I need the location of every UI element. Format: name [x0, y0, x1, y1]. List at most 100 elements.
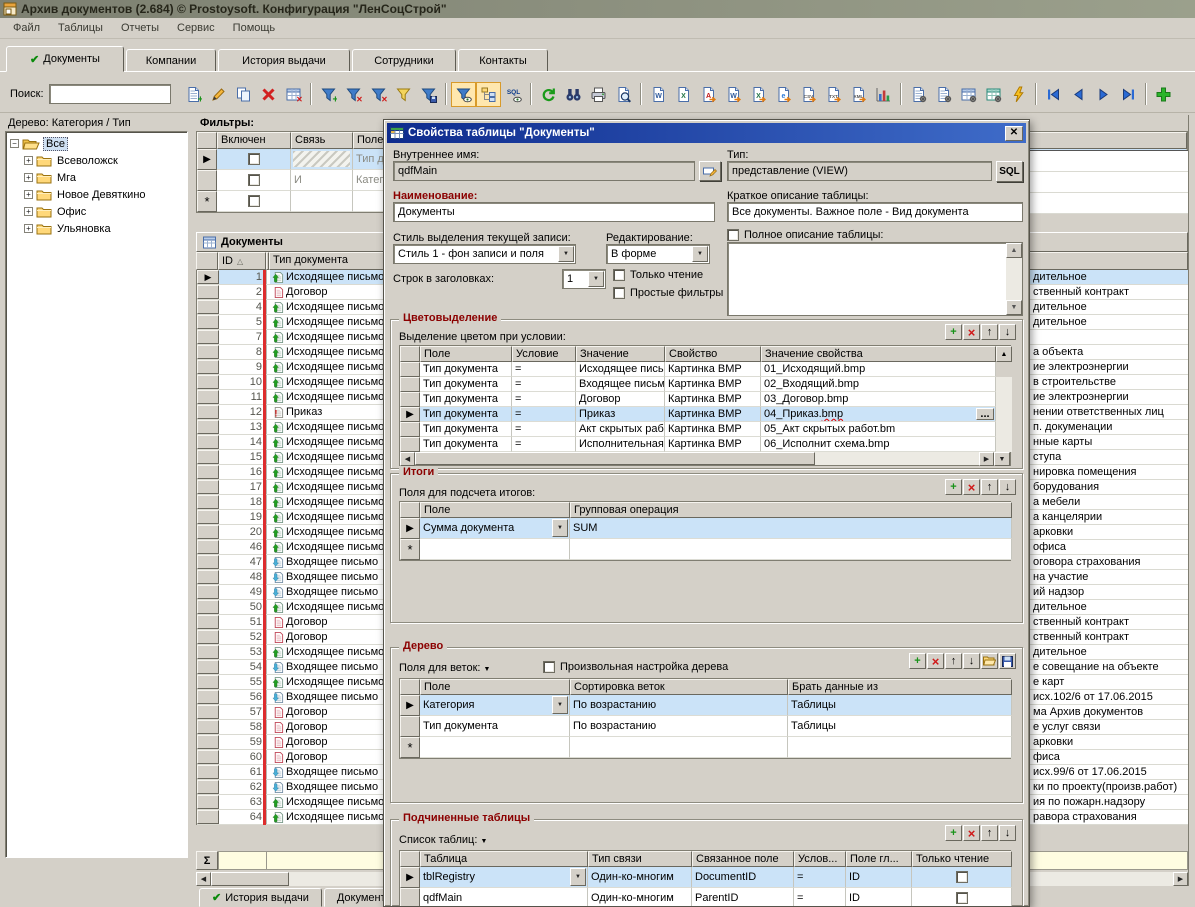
export-txt-button[interactable]: TXT [821, 82, 846, 107]
color-grid-hscroll[interactable]: ◀▶▼ [400, 452, 1010, 465]
row-selector-cell[interactable] [400, 437, 420, 452]
tree-fields-grid-cell[interactable]: Тип документа [420, 716, 570, 737]
filters-grid-col-1[interactable]: Связь [291, 132, 353, 149]
row-selector-cell[interactable]: ▶ [400, 407, 420, 422]
color-grid-cell[interactable]: 06_Исполнит схема.bmp [761, 437, 996, 452]
add-button[interactable]: + [945, 825, 962, 841]
sub-tables-grid-cell[interactable]: tblRegistry▼ [420, 867, 588, 888]
row-selector-cell[interactable]: ▶ [197, 270, 219, 284]
row-selector-cell[interactable]: ▶ [197, 149, 217, 170]
dialog-title-bar[interactable]: Свойства таблицы "Документы" ✕ [387, 123, 1026, 143]
delete-button[interactable]: × [927, 653, 944, 669]
checkbox[interactable] [956, 892, 968, 904]
nav-prev-button[interactable] [1066, 82, 1091, 107]
down-button[interactable]: ↓ [999, 479, 1016, 495]
export-csv-button[interactable]: CSV [796, 82, 821, 107]
add-button[interactable]: + [909, 653, 926, 669]
tree-expand-icon[interactable]: + [24, 173, 33, 182]
color-grid-cell[interactable]: Картинка BMP [665, 377, 761, 392]
up-button[interactable]: ↑ [981, 825, 998, 841]
row-selector-cell[interactable] [400, 392, 420, 407]
row-selector-cell[interactable] [197, 540, 219, 554]
row-selector-cell[interactable]: ▶ [400, 695, 420, 716]
color-grid-cell[interactable]: Исполнительная схе [576, 437, 665, 452]
short-desc-field[interactable]: Все документы. Важное поле - Вид докумен… [727, 202, 1023, 222]
filters-grid-cell[interactable] [217, 191, 291, 212]
row-selector-cell[interactable] [197, 285, 219, 299]
rename-field-button[interactable] [699, 161, 721, 181]
row-selector-cell[interactable] [400, 362, 420, 377]
row-selector-cell[interactable] [197, 690, 219, 704]
print-button[interactable] [586, 82, 611, 107]
row-selector-cell[interactable] [197, 735, 219, 749]
filter-panel-toggle-button[interactable] [451, 82, 476, 107]
tree-fields-grid-row[interactable]: ▶Категория▼По возрастаниюТаблицы [400, 695, 1010, 716]
filters-grid-cell[interactable] [291, 149, 353, 170]
add-button[interactable]: + [945, 324, 962, 340]
totals-grid-cell[interactable]: SUM [570, 518, 1012, 539]
sub-tables-grid-cell[interactable]: qdfMain [420, 888, 588, 907]
sql-view-button[interactable]: SQL [501, 82, 526, 107]
category-tree[interactable]: −Все+Всеволожск+Мга+Новое Девяткино+Офис… [5, 131, 188, 858]
simple-filters-checkbox[interactable] [613, 287, 625, 299]
row-selector-cell[interactable] [197, 585, 219, 599]
tree-fields-grid-cell[interactable] [420, 737, 570, 758]
color-grid-col-4[interactable]: Значение свойства [761, 346, 996, 362]
row-selector-cell[interactable] [197, 465, 219, 479]
edit-record-button[interactable] [206, 82, 231, 107]
color-grid-cell[interactable]: Тип документа [420, 377, 512, 392]
color-grid-cell[interactable]: = [512, 437, 576, 452]
tree-collapse-icon[interactable]: − [10, 139, 19, 148]
row-selector-cell[interactable] [197, 720, 219, 734]
up-button[interactable]: ↑ [981, 324, 998, 340]
add-record-button[interactable]: + [181, 82, 206, 107]
color-grid-cell[interactable]: Исходящее письмо [576, 362, 665, 377]
tree-fields-grid-cell[interactable]: По возрастанию [570, 716, 788, 737]
row-selector-cell[interactable] [197, 615, 219, 629]
row-selector-cell[interactable] [400, 888, 420, 907]
color-grid-row[interactable]: Тип документа=Исполнительная схеКартинка… [400, 437, 1010, 452]
editing-combobox[interactable]: В форме▼ [606, 244, 710, 264]
tree-item-Ульяновка[interactable]: +Ульяновка [6, 220, 187, 237]
row-selector-cell[interactable] [197, 645, 219, 659]
color-grid-cell[interactable]: = [512, 407, 576, 422]
tree-fields-grid-cell[interactable]: По возрастанию [570, 695, 788, 716]
color-grid-row[interactable]: Тип документа=Исходящее письмоКартинка B… [400, 362, 1010, 377]
row-selector-cell[interactable] [197, 435, 219, 449]
tree-fields-grid-row[interactable]: * [400, 737, 1010, 758]
close-icon[interactable]: ✕ [1005, 126, 1023, 141]
tree-item-Новое Девяткино[interactable]: +Новое Девяткино [6, 186, 187, 203]
tab-История выдачи[interactable]: История выдачи [218, 49, 350, 72]
search-input[interactable] [49, 84, 171, 104]
row-selector-cell[interactable] [400, 422, 420, 437]
row-selector-cell[interactable] [197, 450, 219, 464]
sub-tables-grid-cell[interactable]: = [794, 867, 846, 888]
filter-remove-button[interactable]: × [341, 82, 366, 107]
row-selector-cell[interactable]: * [197, 191, 217, 212]
vscroll-track[interactable] [996, 422, 1012, 437]
filter-add-button[interactable]: + [316, 82, 341, 107]
checkbox[interactable] [248, 174, 260, 186]
tree-fields-grid-cell[interactable]: Таблицы [788, 695, 1012, 716]
color-grid-cell[interactable]: 02_Входящий.bmp [761, 377, 996, 392]
sub-tables-grid-col-2[interactable]: Связанное поле [692, 851, 794, 867]
row-selector-cell[interactable] [197, 480, 219, 494]
scroll-right-icon[interactable]: ▶ [1173, 872, 1188, 886]
color-grid-cell[interactable]: 01_Исходящий.bmp [761, 362, 996, 377]
chevron-down-icon[interactable]: ▼ [484, 666, 491, 673]
color-grid-cell[interactable]: Тип документа [420, 407, 512, 422]
row-selector-cell[interactable] [197, 660, 219, 674]
color-grid-cell[interactable]: = [512, 362, 576, 377]
filters-grid-cell[interactable] [217, 170, 291, 191]
color-grid-cell[interactable]: Договор [576, 392, 665, 407]
delete-record-button[interactable] [256, 82, 281, 107]
filter-save-button[interactable] [416, 82, 441, 107]
row-selector-cell[interactable] [197, 170, 217, 191]
tree-item-Мга[interactable]: +Мга [6, 169, 187, 186]
browse-button[interactable]: ... [976, 408, 994, 420]
color-grid-cell[interactable]: Приказ [576, 407, 665, 422]
row-selector-cell[interactable] [197, 555, 219, 569]
style-combobox[interactable]: Стиль 1 - фон записи и поля▼ [393, 244, 576, 264]
tree-item-Всеволожск[interactable]: +Всеволожск [6, 152, 187, 169]
filters-grid-col-0[interactable]: Включен [217, 132, 291, 149]
